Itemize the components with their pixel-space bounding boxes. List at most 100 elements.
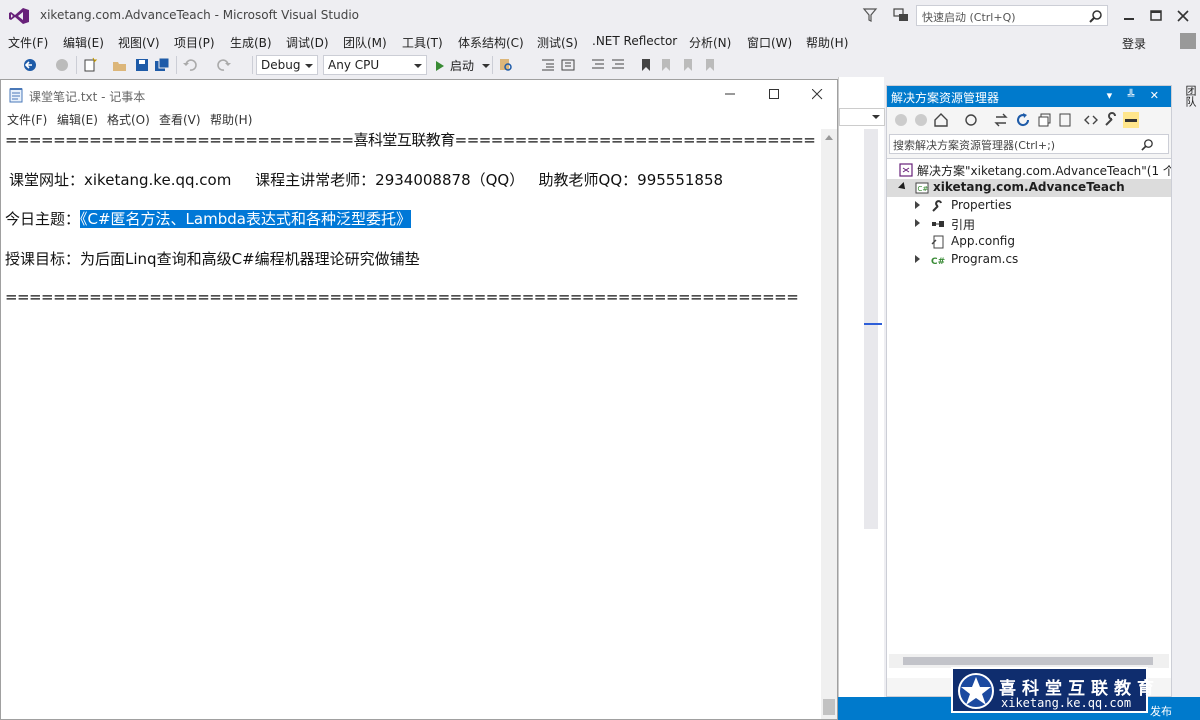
csharp-file-icon: C# bbox=[931, 257, 945, 267]
tree-item-label: xiketang.com.AdvanceTeach bbox=[933, 180, 1125, 194]
login-link[interactable]: 登录 bbox=[1122, 35, 1146, 52]
account-icon[interactable] bbox=[1180, 33, 1196, 49]
back-icon[interactable] bbox=[893, 112, 909, 128]
menu-view[interactable]: 视图(V) bbox=[118, 34, 160, 51]
editor-scrollbar[interactable] bbox=[864, 129, 878, 529]
notepad-vertical-scrollbar[interactable] bbox=[821, 129, 837, 719]
solution-explorer-toolbar bbox=[887, 107, 1171, 133]
comment-lines-icon[interactable] bbox=[590, 57, 606, 73]
close-icon bbox=[812, 89, 823, 100]
scroll-up-icon[interactable] bbox=[825, 135, 833, 140]
next-bookmark-icon[interactable] bbox=[680, 57, 696, 73]
menu-project[interactable]: 项目(P) bbox=[174, 34, 215, 51]
np-menu-file[interactable]: 文件(F) bbox=[7, 111, 47, 128]
collapsed-chevron-icon[interactable] bbox=[915, 201, 920, 209]
tree-item-label: App.config bbox=[951, 234, 1015, 248]
collapsed-chevron-icon[interactable] bbox=[915, 219, 920, 227]
tree-item-project[interactable]: C# xiketang.com.AdvanceTeach bbox=[887, 179, 1171, 197]
expanded-chevron-icon[interactable] bbox=[898, 182, 908, 192]
preview-selected-items-icon[interactable] bbox=[1123, 112, 1139, 128]
menu-file[interactable]: 文件(F) bbox=[8, 34, 48, 51]
scrollbar-thumb[interactable] bbox=[903, 657, 1153, 665]
navigate-back-icon[interactable] bbox=[22, 57, 38, 73]
bookmark-icon[interactable] bbox=[638, 57, 654, 73]
menu-net-reflector[interactable]: .NET Reflector bbox=[592, 34, 677, 48]
tree-item-label: 解决方案"xiketang.com.AdvanceTeach"(1 个项目) bbox=[917, 164, 1171, 178]
notification-filter-icon[interactable] bbox=[862, 7, 878, 23]
tree-item-properties[interactable]: Properties bbox=[887, 197, 1171, 215]
collapsed-chevron-icon[interactable] bbox=[915, 255, 920, 263]
site-value: xiketang.ke.qq.com bbox=[84, 171, 232, 189]
solution-platform-dropdown[interactable]: Any CPU bbox=[323, 55, 427, 75]
maximize-button[interactable] bbox=[1143, 4, 1169, 26]
tree-item-app-config[interactable]: App.config bbox=[887, 233, 1171, 251]
np-menu-format[interactable]: 格式(O) bbox=[107, 111, 150, 128]
sync-with-active-document-icon[interactable] bbox=[993, 112, 1009, 128]
notepad-window: 课堂笔记.txt - 记事本 文件(F) 编辑(E) 格式(O) 查看(V) 帮… bbox=[0, 79, 838, 720]
selected-topic-text[interactable]: 《C#匿名方法、Lambda表达式和各种泛型委托》 bbox=[80, 210, 411, 228]
quick-launch-placeholder: 快速启动 (Ctrl+Q) bbox=[922, 11, 1016, 24]
solution-explorer-search-input[interactable]: 搜索解决方案资源管理器(Ctrl+;) bbox=[889, 134, 1169, 154]
save-icon[interactable] bbox=[134, 57, 150, 73]
solution-icon bbox=[899, 163, 913, 177]
clear-bookmarks-icon[interactable] bbox=[702, 57, 718, 73]
site-label: 课堂网址： bbox=[9, 171, 85, 189]
feedback-icon[interactable] bbox=[892, 6, 910, 24]
menu-help[interactable]: 帮助(H) bbox=[806, 34, 848, 51]
indent-icon[interactable] bbox=[540, 57, 556, 73]
menu-test[interactable]: 测试(S) bbox=[537, 34, 578, 51]
menu-tools[interactable]: 工具(T) bbox=[402, 34, 443, 51]
start-debugging-button[interactable]: 启动 bbox=[436, 57, 474, 74]
notepad-maximize-button[interactable] bbox=[752, 80, 796, 109]
watermark-url: xiketang.ke.qq.com bbox=[1001, 696, 1132, 710]
find-in-files-icon[interactable] bbox=[498, 57, 514, 73]
maximize-icon bbox=[769, 89, 779, 99]
minimize-button[interactable] bbox=[1116, 4, 1142, 26]
status-publish-text[interactable]: 发布 bbox=[1150, 703, 1172, 719]
undo-icon[interactable] bbox=[182, 57, 198, 73]
new-project-icon[interactable] bbox=[82, 57, 98, 73]
menu-analyze[interactable]: 分析(N) bbox=[689, 34, 731, 51]
forward-icon[interactable] bbox=[913, 112, 929, 128]
navigate-forward-icon[interactable] bbox=[54, 57, 70, 73]
view-code-icon[interactable] bbox=[1083, 112, 1099, 128]
menu-debug[interactable]: 调试(D) bbox=[286, 34, 329, 51]
quick-launch-input[interactable]: 快速启动 (Ctrl+Q) bbox=[916, 5, 1108, 26]
save-all-icon[interactable] bbox=[154, 57, 170, 73]
refresh-icon[interactable] bbox=[1015, 112, 1031, 128]
tree-item-program-cs[interactable]: C# Program.cs bbox=[887, 251, 1171, 269]
tree-item-solution[interactable]: 解决方案"xiketang.com.AdvanceTeach"(1 个项目) bbox=[887, 161, 1171, 179]
redo-icon[interactable] bbox=[216, 57, 232, 73]
collapse-all-icon[interactable] bbox=[1037, 112, 1053, 128]
notepad-minimize-button[interactable] bbox=[708, 80, 752, 109]
menu-build[interactable]: 生成(B) bbox=[230, 34, 272, 51]
show-all-files-icon[interactable] bbox=[1057, 112, 1073, 128]
pending-changes-filter-icon[interactable] bbox=[963, 112, 979, 128]
scrollbar-thumb[interactable] bbox=[823, 699, 835, 715]
open-file-icon[interactable] bbox=[112, 57, 128, 73]
panel-header-icons[interactable]: ▾ ╩ ✕ bbox=[1107, 89, 1165, 102]
star-logo-icon bbox=[958, 673, 994, 709]
outdent-icon[interactable] bbox=[560, 57, 576, 73]
tree-item-references[interactable]: 引用 bbox=[887, 215, 1171, 233]
menu-architecture[interactable]: 体系结构(C) bbox=[458, 34, 524, 51]
notepad-text-area[interactable]: =============================喜科堂互联教育====… bbox=[1, 129, 821, 719]
previous-bookmark-icon[interactable] bbox=[658, 57, 674, 73]
solution-config-dropdown[interactable]: Debug bbox=[256, 55, 318, 75]
watermark-logo: 喜科堂互联教育 xiketang.ke.qq.com bbox=[951, 667, 1154, 713]
side-tab-team[interactable]: 团队 bbox=[1182, 85, 1198, 107]
properties-wrench-icon[interactable] bbox=[1103, 112, 1119, 128]
horizontal-scrollbar[interactable] bbox=[889, 654, 1169, 668]
menu-edit[interactable]: 编辑(E) bbox=[63, 34, 104, 51]
menu-team[interactable]: 团队(M) bbox=[343, 34, 387, 51]
config-file-icon bbox=[931, 235, 944, 249]
editor-navigation-dropdown[interactable] bbox=[839, 108, 885, 126]
home-icon[interactable] bbox=[933, 112, 949, 128]
np-menu-help[interactable]: 帮助(H) bbox=[210, 111, 252, 128]
np-menu-edit[interactable]: 编辑(E) bbox=[57, 111, 98, 128]
menu-window[interactable]: 窗口(W) bbox=[747, 34, 792, 51]
close-button[interactable] bbox=[1170, 4, 1196, 26]
uncomment-lines-icon[interactable] bbox=[610, 57, 626, 73]
np-menu-view[interactable]: 查看(V) bbox=[159, 111, 201, 128]
notepad-close-button[interactable] bbox=[795, 80, 839, 109]
